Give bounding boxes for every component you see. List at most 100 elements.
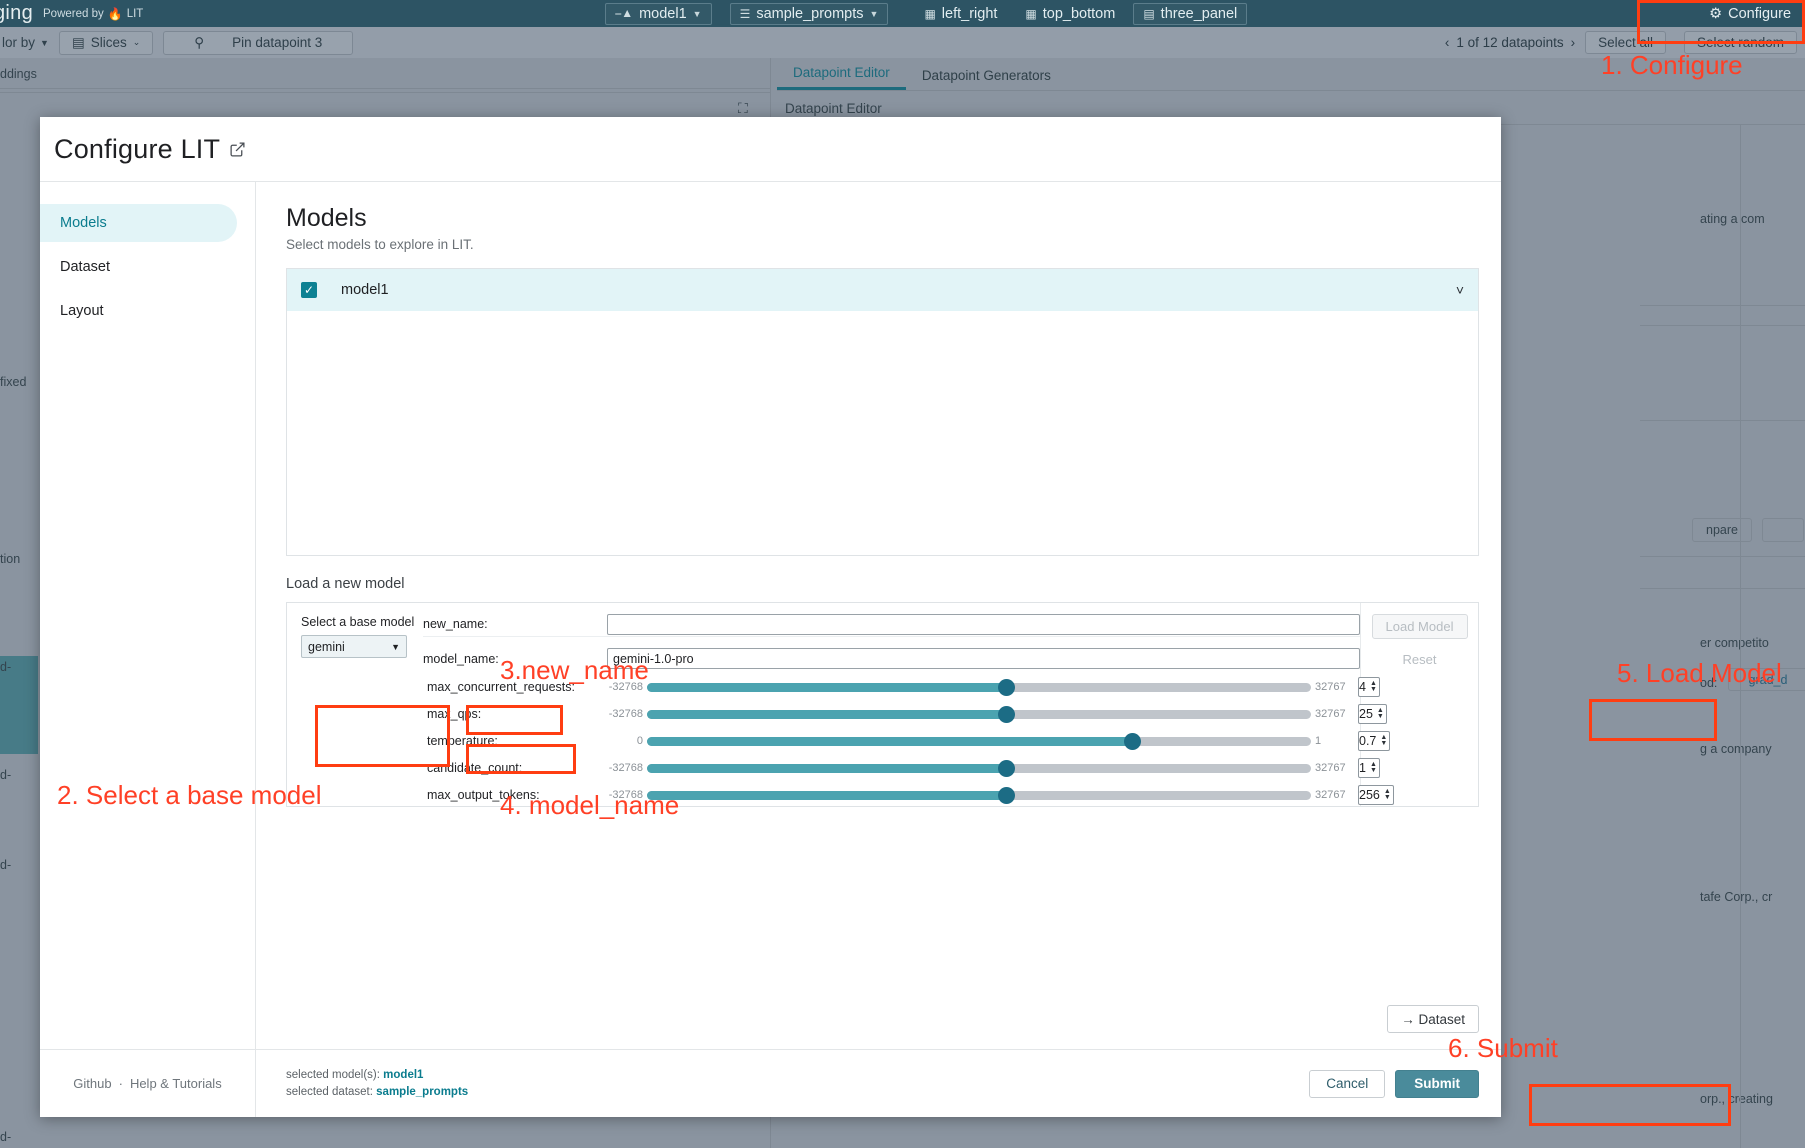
stepper-icon[interactable]: ▲▼ xyxy=(1377,708,1384,720)
sidebar-item-dataset[interactable]: Dataset xyxy=(40,248,237,286)
max-qps-label: max_qps: xyxy=(423,707,607,721)
sidebar-item-layout[interactable]: Layout xyxy=(40,292,237,330)
layout-left-right-label: left_right xyxy=(942,6,998,22)
slices-button[interactable]: ▤ Slices ⌄ xyxy=(59,31,153,55)
bg-text-fragment: g a company xyxy=(1700,742,1772,756)
model-list-item[interactable]: ✓ model1 ˅ xyxy=(287,269,1478,311)
external-link-icon[interactable] xyxy=(229,141,246,158)
selected-models-label: selected model(s): xyxy=(286,1069,380,1081)
github-link[interactable]: Github xyxy=(73,1076,111,1091)
modal-footer: Github · Help & Tutorials selected model… xyxy=(40,1049,1501,1117)
sidebar-item-models[interactable]: Models xyxy=(40,204,237,242)
load-new-model-label: Load a new model xyxy=(286,576,1479,592)
candidate-count-slider[interactable] xyxy=(647,762,1311,773)
temperature-min: 0 xyxy=(607,735,647,747)
max-concurrent-requests-slider[interactable] xyxy=(647,681,1311,692)
stepper-icon[interactable]: ▲▼ xyxy=(1370,681,1377,693)
bg-text-fragment: er competito xyxy=(1700,636,1769,650)
slider-thumb[interactable] xyxy=(998,787,1015,804)
modal-body: Models Dataset Layout Models Select mode… xyxy=(40,182,1501,1049)
max-concurrent-requests-input[interactable]: 4 ▲▼ xyxy=(1358,677,1380,697)
slider-thumb[interactable] xyxy=(998,706,1015,723)
temperature-value: 0.7 xyxy=(1359,734,1376,748)
pane-footer: → Dataset xyxy=(286,1005,1479,1049)
tab-datapoint-editor[interactable]: Datapoint Editor xyxy=(777,65,906,90)
bg-text-fragment: ating a com xyxy=(1700,212,1765,226)
slider-thumb[interactable] xyxy=(1124,733,1141,750)
slider-thumb[interactable] xyxy=(998,679,1015,696)
max-concurrent-requests-max: 32767 xyxy=(1311,681,1355,693)
temperature-slider[interactable] xyxy=(647,735,1311,746)
submit-button[interactable]: Submit xyxy=(1395,1070,1479,1098)
models-pane: Models Select models to explore in LIT. … xyxy=(256,182,1501,1049)
divider xyxy=(1640,305,1805,306)
max-qps-input[interactable]: 25 ▲▼ xyxy=(1358,704,1387,724)
temperature-max: 1 xyxy=(1311,735,1355,747)
pin-datapoint-label: Pin datapoint 3 xyxy=(232,35,322,50)
temperature-input[interactable]: 0.7 ▲▼ xyxy=(1358,731,1390,751)
page-title: Configure LIT xyxy=(54,134,220,165)
cancel-button[interactable]: Cancel xyxy=(1309,1070,1385,1098)
layout-three-panel[interactable]: ▤ three_panel xyxy=(1133,3,1247,25)
slider-fill xyxy=(647,791,1006,800)
slider-thumb[interactable] xyxy=(998,760,1015,777)
configure-button[interactable]: ⚙ Configure xyxy=(1709,6,1791,22)
model-icon: ⎯▲ xyxy=(615,6,633,21)
new-name-input[interactable] xyxy=(607,614,1360,635)
annotation-label-4: 4. model_name xyxy=(500,790,679,821)
max-output-tokens-value: 256 xyxy=(1359,788,1380,802)
select-all-label: Select all xyxy=(1598,35,1653,50)
bg-text-fragment: d- xyxy=(0,1130,11,1144)
model-name-input[interactable]: gemini-1.0-pro xyxy=(607,648,1360,669)
gear-icon: ⚙ xyxy=(1709,6,1722,22)
compare-button[interactable]: npare xyxy=(1692,518,1752,542)
layout-top-bottom[interactable]: ▦ top_bottom xyxy=(1015,3,1125,25)
stepper-icon[interactable]: ▲▼ xyxy=(1380,735,1387,747)
field-candidate-count: candidate_count: -32768 32767 1 ▲▼ xyxy=(423,755,1360,780)
separator: · xyxy=(119,1076,123,1091)
bg-text-fragment: tion xyxy=(0,552,20,566)
layout-top-bottom-label: top_bottom xyxy=(1043,6,1116,22)
layout-three-panel-label: three_panel xyxy=(1161,6,1238,22)
max-output-tokens-slider[interactable] xyxy=(647,789,1311,800)
tab-datapoint-generators[interactable]: Datapoint Generators xyxy=(906,68,1067,90)
configure-lit-modal: Configure LIT Models Dataset Layout Mode… xyxy=(40,117,1501,1117)
layout-left-right[interactable]: ▦ left_right xyxy=(914,3,1007,25)
stepper-icon[interactable]: ▲▼ xyxy=(1384,789,1391,801)
base-model-value: gemini xyxy=(308,640,345,654)
load-model-button[interactable]: Load Model xyxy=(1372,614,1468,639)
candidate-count-input[interactable]: 1 ▲▼ xyxy=(1358,758,1380,778)
help-tutorials-link[interactable]: Help & Tutorials xyxy=(130,1076,222,1091)
pin-datapoint-button[interactable]: ⚲ Pin datapoint 3 xyxy=(163,31,353,55)
model-selector[interactable]: ⎯▲ model1 ▼ xyxy=(605,3,711,25)
sub-toolbar: lor by ▼ ▤ Slices ⌄ ⚲ Pin datapoint 3 ‹ … xyxy=(0,27,1805,58)
bg-text-fragment: d- xyxy=(0,858,11,872)
base-model-column: Select a base model gemini ▼ xyxy=(287,603,423,806)
dataset-selector[interactable]: ☰ sample_prompts ▼ xyxy=(730,3,889,25)
selected-models-value: model1 xyxy=(383,1069,423,1081)
pager-next-icon[interactable]: › xyxy=(1571,35,1576,50)
bg-text-fragment: d- xyxy=(0,660,11,674)
footer-links: Github · Help & Tutorials xyxy=(40,1050,256,1117)
divider xyxy=(1740,124,1741,1148)
model-selector-label: model1 xyxy=(639,6,687,22)
field-new-name: new_name: xyxy=(423,612,1360,637)
reset-button[interactable]: Reset xyxy=(1372,647,1468,672)
chevron-down-icon[interactable]: ˅ xyxy=(1456,282,1464,298)
expand-icon[interactable]: ⛶ xyxy=(738,100,748,117)
candidate-count-min: -32768 xyxy=(607,762,647,774)
dataset-selector-label: sample_prompts xyxy=(756,6,863,22)
max-qps-slider[interactable] xyxy=(647,708,1311,719)
next-dataset-button[interactable]: → Dataset xyxy=(1387,1005,1479,1033)
top-toolbar: ging Powered by 🔥 LIT ⎯▲ model1 ▼ ☰ samp… xyxy=(0,0,1805,27)
right-button[interactable] xyxy=(1762,518,1804,542)
slider-fill xyxy=(647,710,1006,719)
base-model-select[interactable]: gemini ▼ xyxy=(301,635,407,658)
max-output-tokens-input[interactable]: 256 ▲▼ xyxy=(1358,785,1394,805)
divider xyxy=(0,88,770,89)
color-by-control[interactable]: lor by ▼ xyxy=(2,35,49,50)
stepper-icon[interactable]: ▲▼ xyxy=(1370,762,1377,774)
datapoint-pager[interactable]: ‹ 1 of 12 datapoints › xyxy=(1445,35,1575,50)
pager-prev-icon[interactable]: ‹ xyxy=(1445,35,1450,50)
model-checkbox[interactable]: ✓ xyxy=(301,282,317,298)
